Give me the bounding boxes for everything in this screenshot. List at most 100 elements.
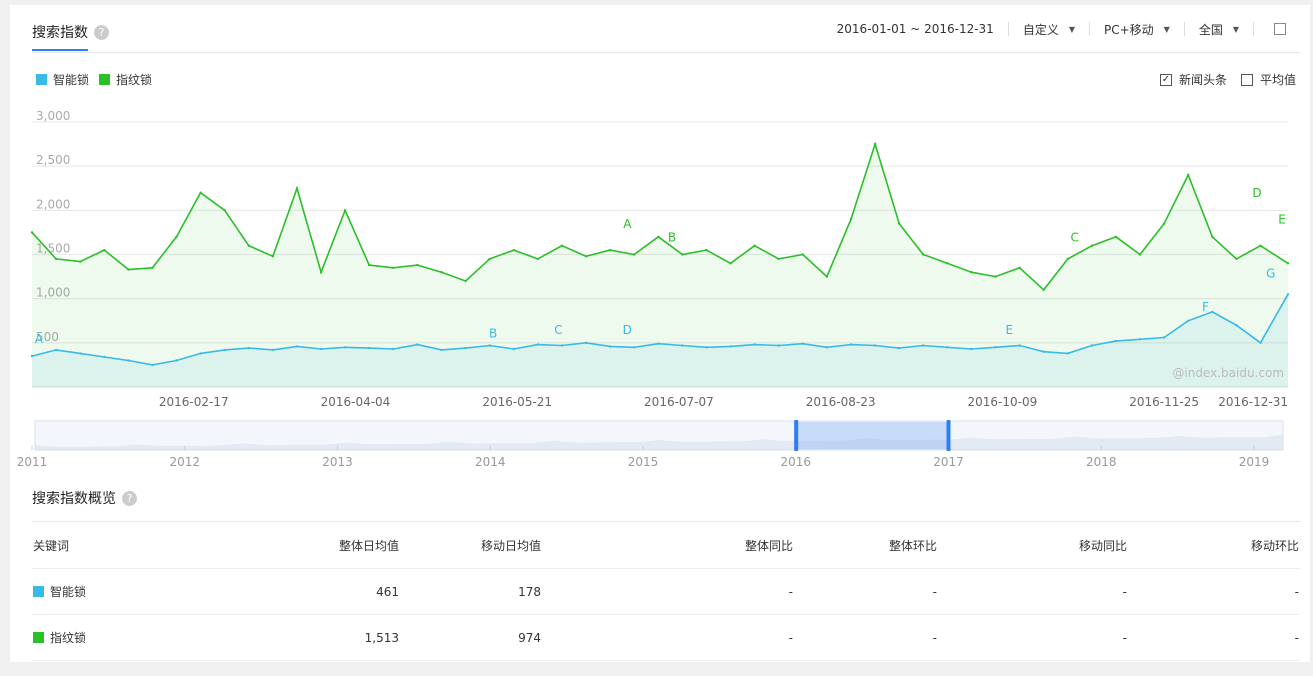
export-button[interactable]: [1253, 22, 1300, 36]
external-link-icon: [1274, 23, 1286, 35]
keyword-label: 指纹锁: [50, 631, 87, 645]
data-point: [705, 346, 708, 349]
data-point: [608, 248, 612, 252]
data-point: [151, 266, 154, 269]
custom-range-label: 自定义: [1022, 22, 1059, 37]
data-point: [223, 348, 226, 352]
data-point: [777, 257, 780, 261]
data-point: [368, 263, 371, 267]
data-point: [705, 248, 708, 252]
legend-item-fingerprint-lock[interactable]: 指纹锁: [99, 71, 152, 88]
data-point: [54, 348, 58, 352]
data-point: [946, 346, 949, 349]
data-point: [79, 260, 82, 263]
data-point: [584, 341, 588, 344]
data-point: [488, 344, 491, 347]
data-point: [175, 359, 178, 362]
device-dropdown[interactable]: PC+移动 ▼: [1089, 22, 1184, 37]
data-point: [392, 266, 395, 269]
event-marker-label: F: [1202, 300, 1209, 314]
col-mobile-yoy: 移动同比: [938, 521, 1128, 569]
help-icon[interactable]: ?: [122, 491, 137, 506]
col-overall-avg: 整体日均值: [184, 521, 400, 569]
data-point: [849, 218, 853, 221]
navigator-year-label: 2018: [1086, 455, 1117, 469]
data-point: [1211, 310, 1214, 314]
tab-search-index[interactable]: 搜索指数?: [32, 22, 109, 42]
data-point: [1090, 344, 1094, 347]
custom-range-dropdown[interactable]: 自定义 ▼: [1007, 22, 1089, 37]
region-dropdown[interactable]: 全国 ▼: [1183, 22, 1253, 37]
data-point: [464, 346, 467, 350]
data-point: [416, 343, 419, 346]
data-point: [488, 257, 491, 261]
date-range-picker[interactable]: 2016-01-01 ~ 2016-12-31: [823, 22, 1008, 36]
data-point: [1187, 319, 1190, 322]
mobile-yoy-cell: -: [938, 568, 1128, 615]
event-marker-label: D: [623, 323, 632, 337]
average-toggle[interactable]: 平均值: [1240, 71, 1296, 88]
search-index-panel: 搜索指数? 2016-01-01 ~ 2016-12-31 自定义 ▼ PC+移动…: [10, 5, 1310, 662]
col-mobile-mom: 移动环比: [1128, 521, 1300, 569]
data-point: [994, 275, 997, 278]
overall-yoy-cell: -: [542, 614, 794, 661]
event-marker-label: E: [1005, 323, 1013, 337]
data-point: [1018, 344, 1021, 347]
data-point: [343, 209, 347, 212]
data-point: [801, 253, 804, 256]
keyword-label: 智能锁: [50, 585, 87, 599]
summary-table: 关键词 整体日均值 移动日均值 整体同比 整体环比 移动同比 移动环比 智能锁 …: [32, 521, 1300, 661]
data-point: [247, 244, 250, 247]
x-tick-label: 2016-05-21: [482, 395, 552, 409]
active-tab-indicator: [32, 49, 88, 51]
tab-bar: 搜索指数? 2016-01-01 ~ 2016-12-31 自定义 ▼ PC+移动…: [32, 5, 1300, 53]
data-point: [657, 235, 660, 238]
data-point: [295, 345, 299, 348]
data-point: [729, 345, 732, 348]
data-point: [1286, 262, 1290, 265]
x-tick-label: 2016-08-23: [806, 395, 876, 409]
y-tick-label: 2,000: [36, 197, 70, 211]
data-point: [103, 355, 106, 359]
tab-title-label: 搜索指数: [32, 25, 88, 41]
navigator-year-label: 2017: [933, 455, 964, 469]
data-point: [922, 344, 925, 347]
watermark: @index.baidu.com: [1172, 366, 1284, 380]
news-toggle-label: 新闻头条: [1178, 73, 1227, 87]
data-point: [392, 347, 395, 351]
legend-swatch: [99, 74, 111, 85]
event-marker-label: A: [35, 332, 44, 346]
data-point: [753, 343, 756, 346]
data-point: [1114, 235, 1118, 238]
data-point: [801, 342, 804, 345]
x-tick-label: 2016-10-09: [968, 395, 1038, 409]
data-point: [898, 346, 901, 350]
mobile-yoy-cell: -: [938, 614, 1128, 661]
news-toggle[interactable]: ✓ 新闻头条: [1159, 71, 1227, 88]
data-point: [946, 262, 949, 265]
data-point: [1090, 244, 1094, 247]
overall-mom-cell: -: [794, 614, 938, 661]
data-point: [271, 348, 275, 352]
data-point: [970, 271, 973, 274]
event-marker-label: C: [1070, 230, 1078, 244]
table-row: 指纹锁 1,513 974 - - - -: [32, 614, 1300, 661]
keyword-swatch: [33, 586, 44, 597]
x-tick-label: 2016-11-25: [1129, 395, 1199, 409]
data-point: [151, 363, 154, 367]
navigator-handle-left: [794, 420, 799, 451]
legend-item-smart-lock[interactable]: 智能锁: [36, 71, 89, 88]
data-point: [825, 275, 829, 278]
help-icon[interactable]: ?: [94, 25, 109, 40]
data-point: [416, 263, 419, 267]
legend-label: 智能锁: [53, 73, 90, 87]
data-point: [584, 255, 588, 258]
data-point: [849, 343, 853, 346]
event-marker-label: B: [489, 327, 497, 341]
data-point: [30, 231, 34, 234]
data-point: [199, 352, 202, 355]
col-keyword: 关键词: [32, 521, 184, 569]
data-point: [319, 347, 323, 351]
chart-toggles: ✓ 新闻头条 平均值: [1159, 71, 1296, 88]
data-point: [657, 342, 660, 345]
